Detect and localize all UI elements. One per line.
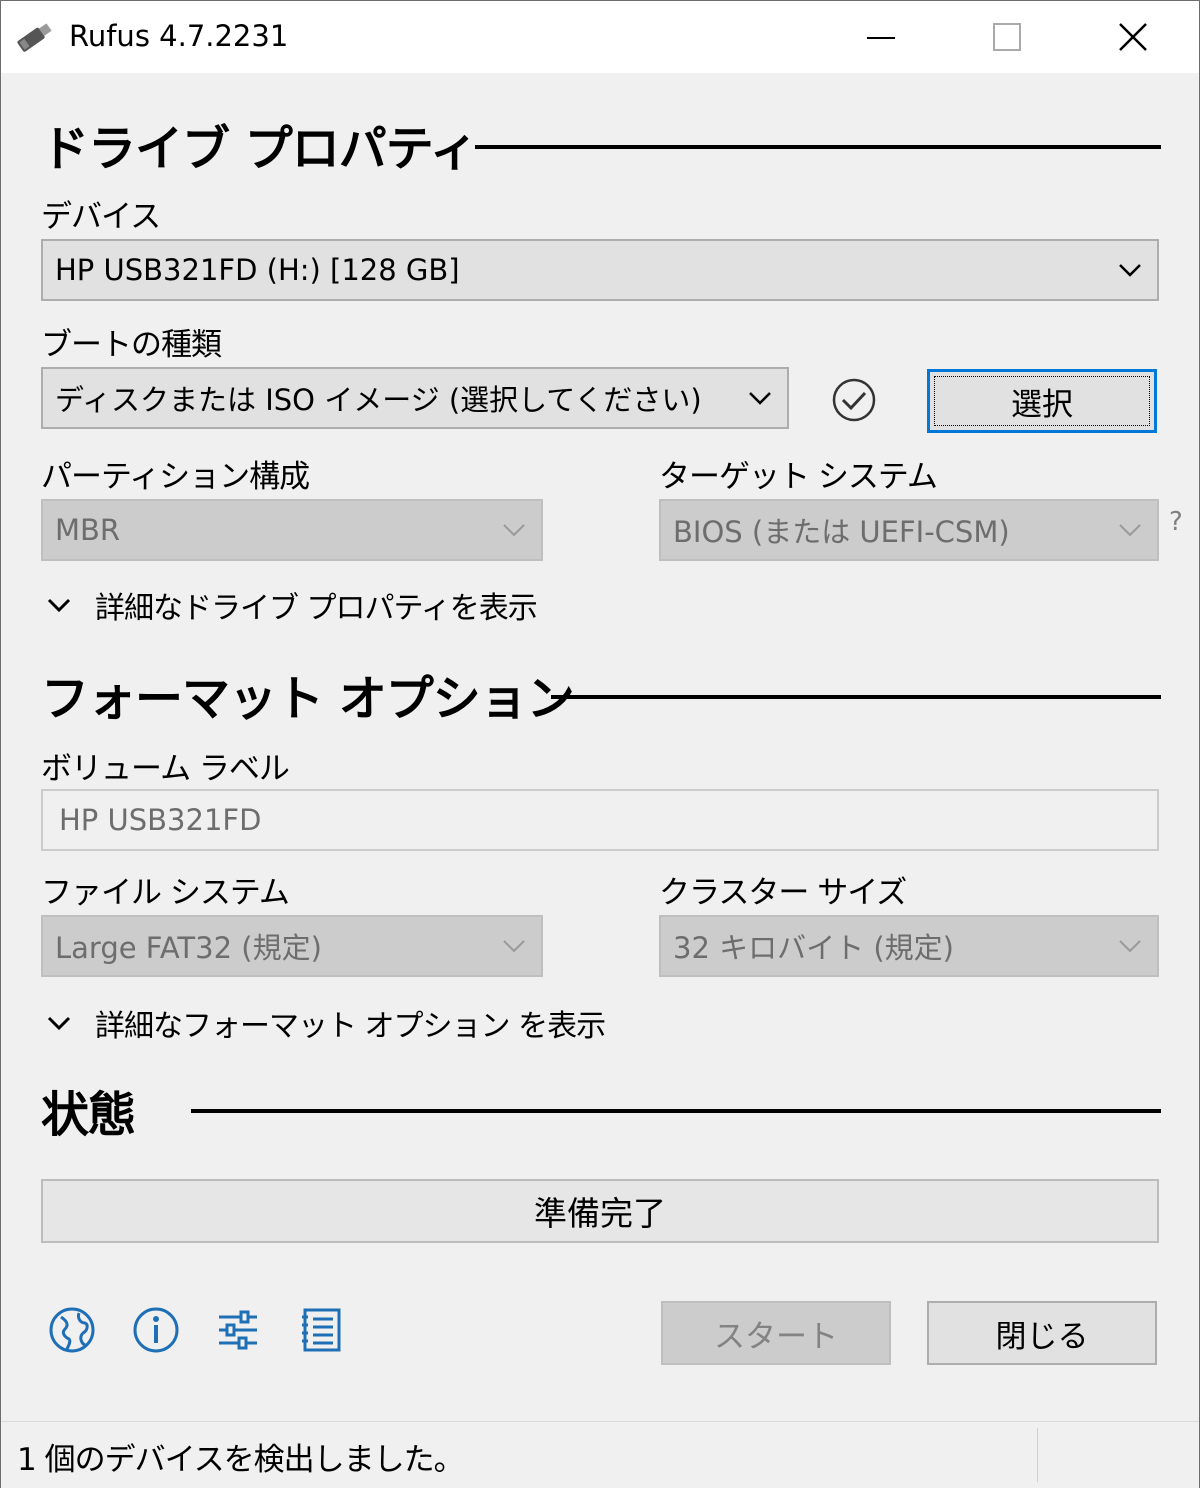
chevron-down-icon [1119, 940, 1141, 953]
log-icon[interactable] [297, 1305, 347, 1355]
partition-scheme-label: パーティション構成 [41, 459, 310, 495]
boot-type-label: ブートの種類 [41, 327, 222, 363]
section-divider [191, 1109, 1161, 1113]
chevron-down-icon [503, 524, 525, 537]
volume-label-label: ボリューム ラベル [41, 751, 290, 787]
section-divider [475, 145, 1161, 149]
status-heading: 状態 [41, 1087, 136, 1143]
cluster-size-value: 32 キロバイト (規定) [673, 931, 954, 965]
advanced-format-toggle-label: 詳細なフォーマット オプション を表示 [95, 1009, 606, 1044]
info-icon[interactable] [131, 1305, 181, 1355]
help-icon[interactable]: ? [1169, 507, 1183, 537]
cluster-size-label: クラスター サイズ [659, 875, 907, 911]
minimize-button[interactable] [819, 1, 943, 73]
select-image-button[interactable]: 選択 [927, 369, 1157, 433]
close-button-label: 閉じる [995, 1318, 1089, 1355]
status-bar-separator [1037, 1428, 1038, 1482]
maximize-icon [993, 23, 1021, 51]
volume-label-value: HP USB321FD [59, 803, 262, 837]
drive-properties-heading: ドライブ プロパティ [41, 121, 478, 177]
maximize-button[interactable] [945, 1, 1069, 73]
chevron-down-icon [749, 392, 771, 405]
chevron-down-icon [503, 940, 525, 953]
chevron-down-icon [1119, 524, 1141, 537]
device-value: HP USB321FD (H:) [128 GB] [55, 253, 460, 287]
chevron-down-icon [1119, 264, 1141, 277]
partition-scheme-value: MBR [55, 513, 121, 547]
chevron-down-icon [47, 598, 71, 613]
close-icon [1119, 23, 1147, 51]
target-system-dropdown[interactable]: BIOS (または UEFI-CSM) [659, 499, 1159, 561]
boot-type-value: ディスクまたは ISO イメージ (選択してください) [55, 383, 702, 417]
title-bar[interactable]: Rufus 4.7.2231 [1, 1, 1199, 73]
minimize-icon [867, 37, 895, 39]
settings-sliders-icon[interactable] [213, 1305, 263, 1355]
window-title: Rufus 4.7.2231 [69, 19, 289, 53]
chevron-down-icon [47, 1016, 71, 1031]
volume-label-input[interactable]: HP USB321FD [41, 789, 1159, 851]
show-advanced-drive-properties-toggle[interactable]: 詳細なドライブ プロパティを表示 [45, 583, 538, 627]
show-advanced-format-options-toggle[interactable]: 詳細なフォーマット オプション を表示 [45, 1001, 606, 1045]
close-button[interactable]: 閉じる [927, 1301, 1157, 1365]
status-bar: 1 個のデバイスを検出しました。 [1, 1421, 1199, 1488]
file-system-label: ファイル システム [41, 875, 290, 911]
advanced-drive-toggle-label: 詳細なドライブ プロパティを表示 [95, 591, 538, 626]
progress-bar: 準備完了 [41, 1179, 1159, 1243]
close-window-button[interactable] [1071, 1, 1195, 73]
section-divider [551, 695, 1161, 699]
file-system-dropdown[interactable]: Large FAT32 (規定) [41, 915, 543, 977]
rufus-window: Rufus 4.7.2231 ドライブ プロパティ デバイス HP USB321… [0, 0, 1200, 1488]
device-dropdown[interactable]: HP USB321FD (H:) [128 GB] [41, 239, 1159, 301]
progress-status-text: 準備完了 [534, 1194, 666, 1233]
status-message: 1 個のデバイスを検出しました。 [17, 1442, 465, 1478]
file-system-value: Large FAT32 (規定) [55, 931, 322, 965]
start-button[interactable]: スタート [661, 1301, 891, 1365]
usb-drive-icon [13, 19, 55, 59]
start-button-label: スタート [714, 1318, 838, 1355]
device-label: デバイス [41, 199, 161, 235]
target-system-label: ターゲット システム [659, 459, 938, 495]
boot-type-dropdown[interactable]: ディスクまたは ISO イメージ (選択してください) [41, 367, 789, 429]
target-system-value: BIOS (または UEFI-CSM) [673, 515, 1010, 549]
checksum-check-icon[interactable] [829, 375, 879, 429]
format-options-heading: フォーマット オプション [41, 671, 575, 727]
partition-scheme-dropdown[interactable]: MBR [41, 499, 543, 561]
cluster-size-dropdown[interactable]: 32 キロバイト (規定) [659, 915, 1159, 977]
globe-icon[interactable] [47, 1305, 97, 1355]
